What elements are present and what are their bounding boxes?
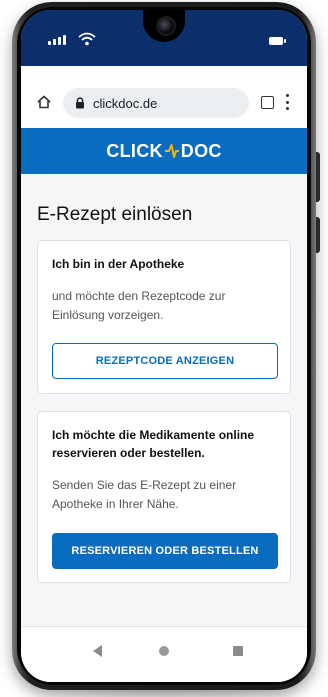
card-title: Ich möchte die Medikamente online reserv…	[52, 428, 255, 460]
menu-icon[interactable]	[285, 94, 289, 110]
signal-icon	[48, 35, 66, 45]
address-bar[interactable]: clickdoc.de	[63, 88, 249, 118]
navigation-bar	[21, 626, 307, 682]
home-circle-icon[interactable]	[159, 646, 169, 656]
brand-logo[interactable]: CLICK DOC	[106, 141, 221, 162]
reserve-or-order-button[interactable]: RESERVIEREN ODER BESTELLEN	[52, 533, 278, 569]
tabs-icon[interactable]	[261, 96, 274, 109]
brand-name-left: CLICK	[106, 140, 163, 161]
power-button	[316, 217, 320, 253]
browser-toolbar: clickdoc.de	[21, 66, 307, 128]
volume-button	[316, 152, 320, 202]
brand-header: CLICK DOC	[21, 128, 307, 174]
url-text: clickdoc.de	[93, 95, 158, 111]
lock-icon	[76, 97, 84, 109]
main-content: E-Rezept einlösen Ich bin in der Apothek…	[21, 174, 307, 626]
card-title: Ich bin in der Apotheke	[52, 257, 185, 271]
back-icon[interactable]	[93, 645, 102, 657]
front-camera-icon	[156, 16, 176, 36]
home-icon[interactable]	[37, 95, 51, 109]
card-text: und möchte den Rezeptcode zur Einlösung …	[52, 289, 226, 322]
status-bar	[21, 10, 307, 66]
card-text: Senden Sie das E-Rezept zu einer Apothek…	[52, 478, 237, 511]
phone-frame: clickdoc.de CLICK DOC E-Rezept einlösen …	[12, 2, 320, 690]
pharmacy-card: Ich bin in der Apotheke und möchte den R…	[37, 240, 291, 394]
page-title: E-Rezept einlösen	[37, 204, 193, 225]
pulse-icon	[164, 144, 179, 158]
phone-screen: clickdoc.de CLICK DOC E-Rezept einlösen …	[21, 10, 307, 682]
online-order-card: Ich möchte die Medikamente online reserv…	[37, 411, 291, 583]
show-prescription-code-button[interactable]: REZEPTCODE ANZEIGEN	[52, 343, 278, 379]
recents-icon[interactable]	[233, 646, 243, 656]
brand-name-right: DOC	[180, 140, 222, 161]
wifi-icon	[78, 32, 96, 46]
battery-icon	[269, 37, 286, 45]
